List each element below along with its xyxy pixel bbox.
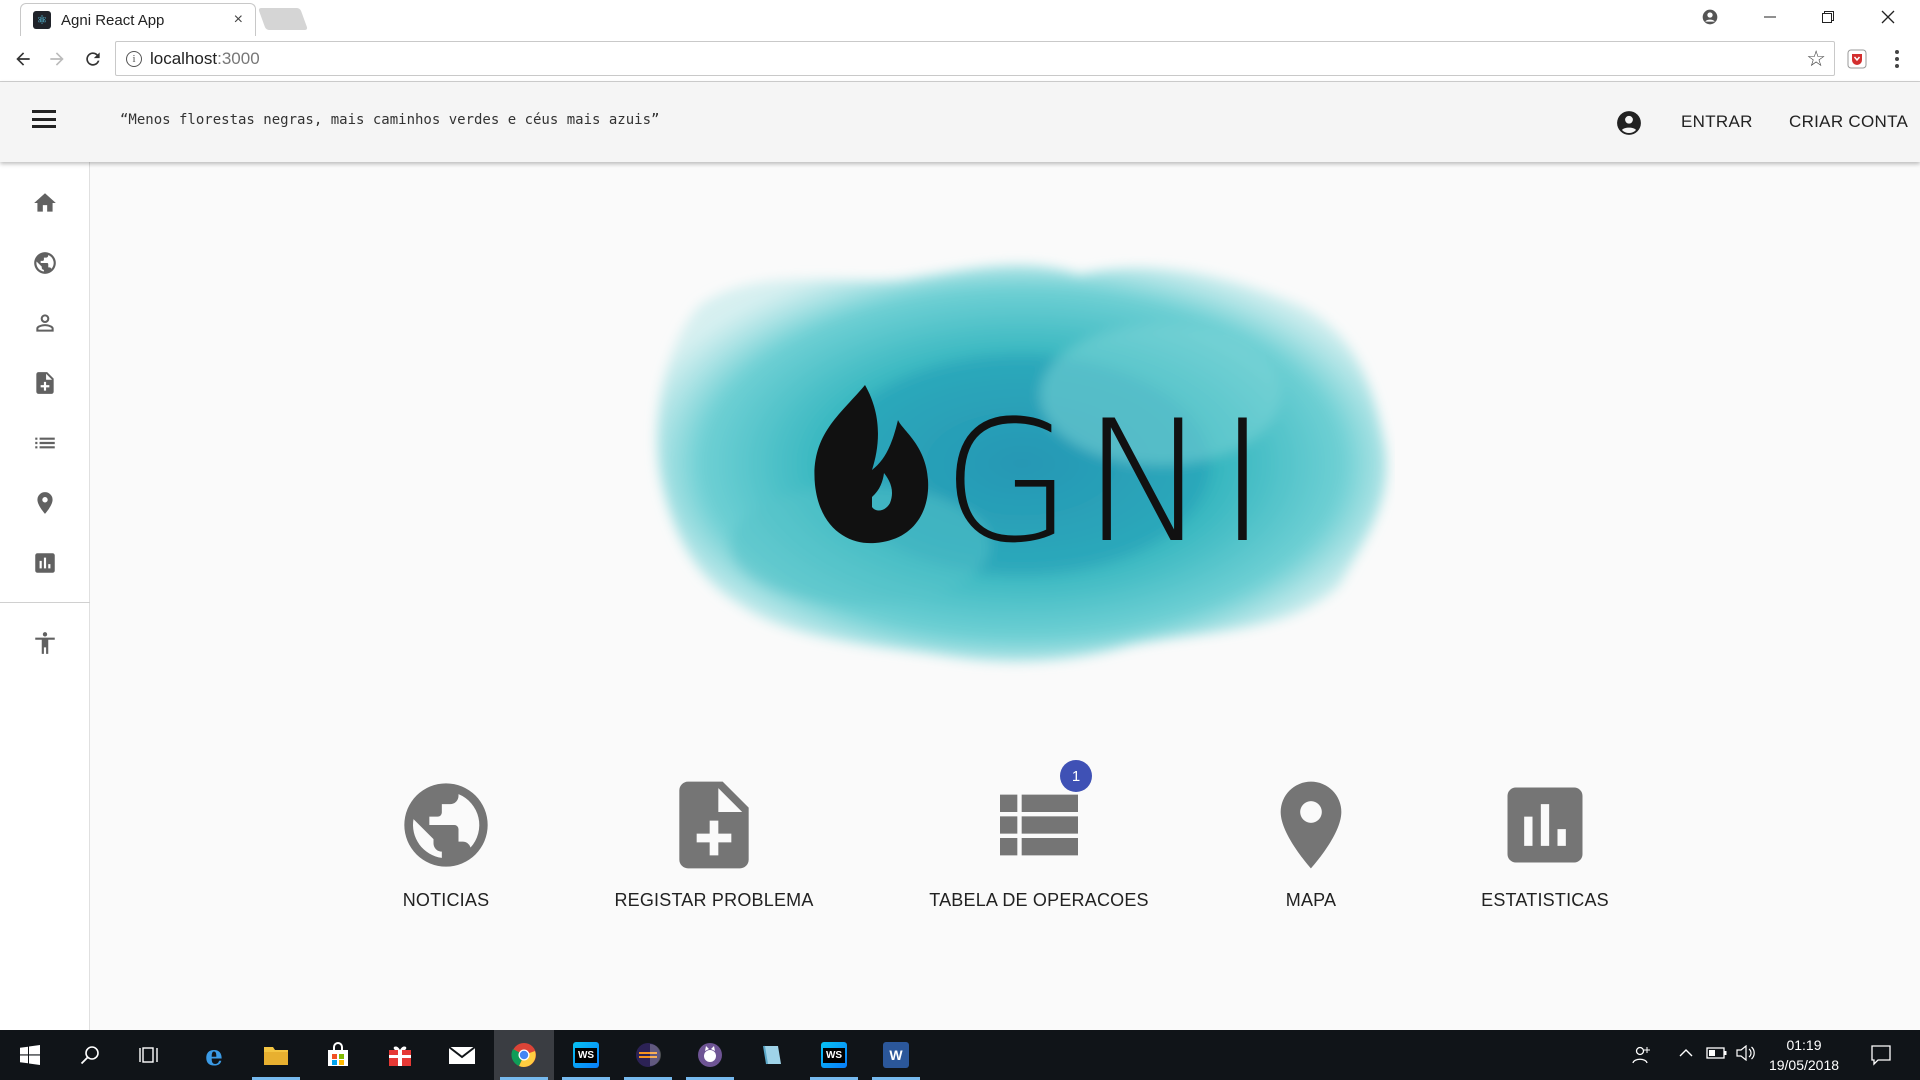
bookmark-star-icon[interactable]: ☆ [1806,46,1826,72]
file-explorer-icon[interactable] [246,1030,306,1080]
tagline: “Menos florestas negras, mais caminhos v… [120,112,660,128]
accessibility-icon [35,632,55,654]
clock-time[interactable]: 01:19 [1764,1037,1844,1053]
webstorm-icon-2[interactable]: WS [804,1030,864,1080]
task-view-icon[interactable] [120,1030,180,1080]
eclipse-icon[interactable] [618,1030,678,1080]
gift-app-icon[interactable] [370,1030,430,1080]
word-icon[interactable]: W [866,1030,926,1080]
note-add-icon [36,372,54,394]
login-button[interactable]: ENTRAR [1681,112,1753,132]
back-arrow-icon[interactable] [8,44,38,74]
menu-icon[interactable] [32,110,56,128]
windows-start-icon[interactable] [0,1030,60,1080]
feature-shortcuts: NOTICIAS REGISTAR PROBLEMA 1 TABELA DE O… [0,760,1920,930]
notification-badge: 1 [1060,760,1092,792]
feature-label: NOTICIAS [402,890,490,910]
taskbar: e WS WS W 01:19 19/05/2018 [0,1030,1920,1080]
note-add-icon [679,781,749,869]
reload-icon[interactable] [78,44,108,74]
feature-label: ESTATISTICAS [1481,890,1609,910]
app-bar: “Menos florestas negras, mais caminhos v… [0,82,1920,162]
react-favicon-icon: ⚛ [33,11,51,29]
feature-label: MAPA [1285,890,1337,910]
browser-toolbar: i localhost:3000 ☆ [0,36,1920,82]
minimize-icon[interactable] [1742,0,1798,34]
info-icon[interactable]: i [126,50,142,67]
battery-icon[interactable] [1706,1045,1728,1066]
tab-close-icon[interactable]: × [234,11,243,29]
bar-chart-icon [1507,787,1583,863]
profile-icon[interactable] [1682,0,1738,34]
sidebar-item-statistics[interactable] [30,548,60,578]
feature-report-problem[interactable]: REGISTAR PROBLEMA [594,770,834,911]
url-host: localhost [150,48,218,68]
bar-chart-icon [35,553,55,573]
extension-icon[interactable] [1842,44,1872,74]
store-icon[interactable] [308,1030,368,1080]
list-icon [35,437,55,449]
address-bar[interactable]: i localhost:3000 ☆ [115,41,1835,76]
search-icon[interactable] [60,1030,120,1080]
signup-button[interactable]: CRIAR CONTA [1789,112,1908,132]
webstorm-icon[interactable]: WS [556,1030,616,1080]
feature-news[interactable]: NOTICIAS [326,770,566,911]
new-tab-button[interactable] [257,8,309,30]
action-center-icon[interactable] [1870,1044,1892,1071]
feature-map[interactable]: MAPA [1191,770,1431,911]
browser-tabstrip: ⚛ Agni React App × [0,0,1920,36]
feature-operations-table[interactable]: 1 TABELA DE OPERACOES [919,760,1159,911]
location-pin-icon [37,492,53,514]
volume-icon[interactable] [1736,1044,1756,1066]
clock-date[interactable]: 19/05/2018 [1764,1057,1844,1073]
home-icon [34,193,56,212]
feature-label: REGISTAR PROBLEMA [614,890,814,910]
notes-app-icon[interactable] [742,1030,802,1080]
logo-text: GNI [942,384,1277,580]
chevron-up-icon[interactable] [1678,1045,1694,1066]
edge-browser-icon[interactable]: e [184,1030,244,1080]
github-desktop-icon[interactable] [680,1030,740,1080]
sidebar-divider [0,602,90,603]
globe-icon [404,783,488,867]
sidebar-item-profile[interactable] [30,308,60,338]
forward-arrow-icon[interactable] [42,44,72,74]
sidebar-item-map[interactable] [30,488,60,518]
sidebar-item-home[interactable] [30,188,60,218]
sidebar-item-operations[interactable] [30,428,60,458]
agni-logo: GNI [640,245,1395,685]
person-icon [36,314,54,332]
people-icon[interactable] [1632,1045,1652,1070]
browser-tab[interactable]: ⚛ Agni React App × [20,3,256,36]
sidebar-item-news[interactable] [30,248,60,278]
location-pin-icon [1280,781,1342,869]
browser-menu-icon[interactable] [1882,44,1912,74]
sidebar-item-report[interactable] [30,368,60,398]
mail-icon[interactable] [432,1030,492,1080]
sidebar-item-accessibility[interactable] [30,628,60,658]
feature-statistics[interactable]: ESTATISTICAS [1425,770,1665,911]
tab-title: Agni React App [61,11,165,29]
close-window-icon[interactable] [1860,0,1916,34]
restore-icon[interactable] [1800,0,1856,34]
url-port: :3000 [217,48,260,68]
feature-label: TABELA DE OPERACOES [929,890,1149,910]
account-circle-icon[interactable] [1616,110,1642,136]
chrome-icon[interactable] [494,1030,554,1080]
globe-icon [34,252,56,274]
